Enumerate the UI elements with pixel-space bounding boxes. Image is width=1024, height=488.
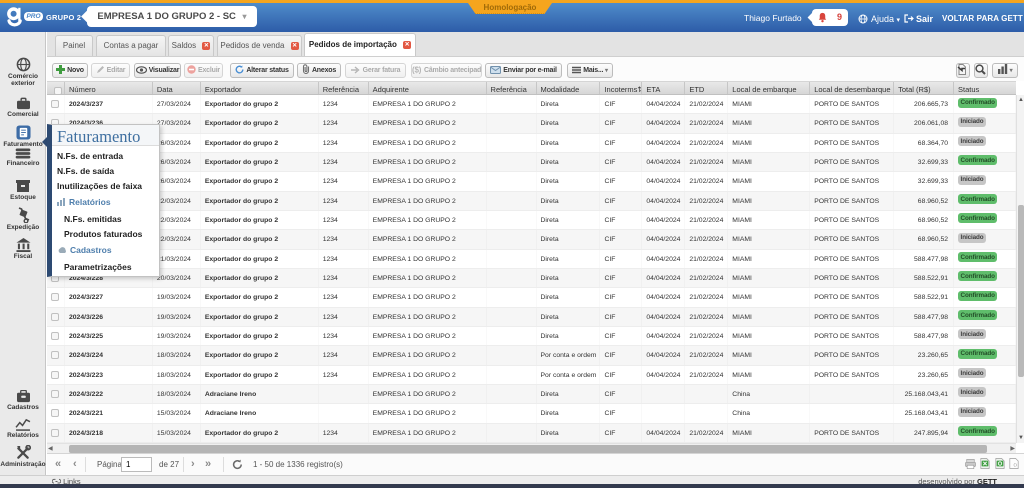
svg-text:〈〉: 〈〉 <box>1011 462 1019 467</box>
svg-text:($): ($) <box>412 66 422 75</box>
